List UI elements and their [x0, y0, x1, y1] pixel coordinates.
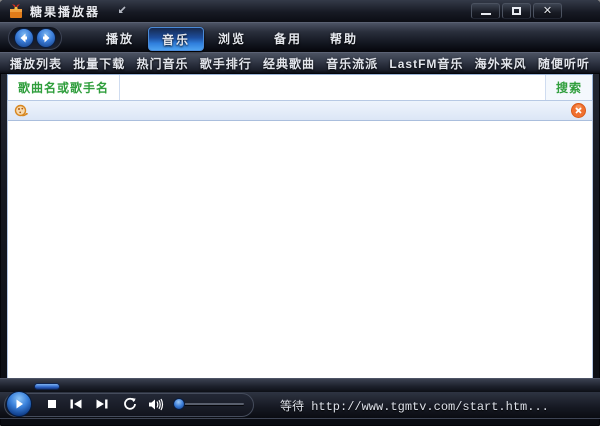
- next-icon: [96, 399, 108, 409]
- stop-icon: [48, 400, 56, 408]
- music-menu-bar: 播放列表 批量下载 热门音乐 歌手排行 经典歌曲 音乐流派 LastFM音乐 海…: [0, 52, 600, 74]
- minimize-button[interactable]: [471, 3, 500, 19]
- forward-arrow-icon: [43, 33, 50, 43]
- tab-bar: 播放 音乐 浏览 备用 帮助: [92, 23, 372, 53]
- menu-item-music-genres[interactable]: 音乐流派: [326, 55, 378, 72]
- maximize-button[interactable]: [502, 3, 531, 19]
- volume-button[interactable]: [148, 396, 164, 412]
- status-text: 等待 http://www.tgmtv.com/start.htm...: [280, 400, 549, 414]
- maximize-icon: [512, 7, 521, 15]
- tab-help[interactable]: 帮助: [316, 23, 372, 53]
- back-button[interactable]: [14, 28, 34, 48]
- volume-slider-knob[interactable]: [173, 398, 185, 410]
- repeat-icon: [124, 397, 136, 410]
- forward-button[interactable]: [36, 28, 56, 48]
- close-button[interactable]: ✕: [533, 3, 562, 19]
- stop-button[interactable]: [44, 396, 60, 412]
- content-area: [7, 121, 593, 378]
- search-input[interactable]: [120, 75, 545, 100]
- splitter-bar: [0, 378, 600, 392]
- volume-slider-track[interactable]: [176, 403, 244, 405]
- menu-item-classic-songs[interactable]: 经典歌曲: [263, 55, 315, 72]
- menu-item-artist-ranking[interactable]: 歌手排行: [200, 55, 252, 72]
- back-arrow-icon: [20, 33, 27, 43]
- menu-item-lastfm-music[interactable]: LastFM音乐: [389, 55, 463, 72]
- tab-music[interactable]: 音乐: [148, 27, 204, 51]
- menu-item-playlist[interactable]: 播放列表: [10, 55, 62, 72]
- play-icon: [16, 399, 23, 409]
- history-nav-group: [8, 26, 62, 50]
- window-title: 糖果播放器: [30, 4, 101, 19]
- previous-button[interactable]: [68, 396, 84, 412]
- menu-item-hot-music[interactable]: 热门音乐: [136, 55, 188, 72]
- player-bar: 等待 http://www.tgmtv.com/start.htm...: [0, 391, 600, 418]
- search-label: 歌曲名或歌手名: [8, 75, 121, 100]
- window-bottom-frame: [0, 418, 600, 426]
- tab-spare[interactable]: 备用: [260, 23, 316, 53]
- nav-bar: 播放 音乐 浏览 备用 帮助: [0, 22, 600, 52]
- search-button[interactable]: 搜索: [544, 75, 592, 100]
- previous-icon: [70, 399, 82, 409]
- next-button[interactable]: [94, 396, 110, 412]
- volume-icon: [149, 398, 164, 410]
- toolbar-strip: [7, 101, 593, 121]
- repeat-button[interactable]: [122, 396, 138, 412]
- minimize-icon: [480, 13, 491, 15]
- window-controls: ✕: [471, 3, 562, 19]
- app-window: 糖果播放器 ✕ 播放 音乐 浏览 备用 帮助 播放列表 批量下载 热门音乐 歌手…: [0, 0, 600, 426]
- close-icon: ✕: [542, 4, 553, 17]
- close-circle-icon[interactable]: [571, 103, 586, 118]
- search-bar: 歌曲名或歌手名 搜索: [7, 74, 593, 101]
- title-bar: 糖果播放器 ✕: [0, 0, 600, 22]
- dock-arrow-icon[interactable]: [116, 5, 128, 17]
- menu-item-batch-download[interactable]: 批量下载: [73, 55, 125, 72]
- menu-item-overseas[interactable]: 海外来风: [475, 55, 527, 72]
- app-logo-icon: [8, 3, 24, 19]
- tab-play[interactable]: 播放: [92, 23, 148, 53]
- drawer-handle[interactable]: [34, 383, 60, 390]
- tab-browse[interactable]: 浏览: [204, 23, 260, 53]
- menu-item-random-listen[interactable]: 随便听听: [538, 55, 590, 72]
- loading-spinner-icon: [14, 104, 28, 118]
- play-button[interactable]: [6, 391, 32, 417]
